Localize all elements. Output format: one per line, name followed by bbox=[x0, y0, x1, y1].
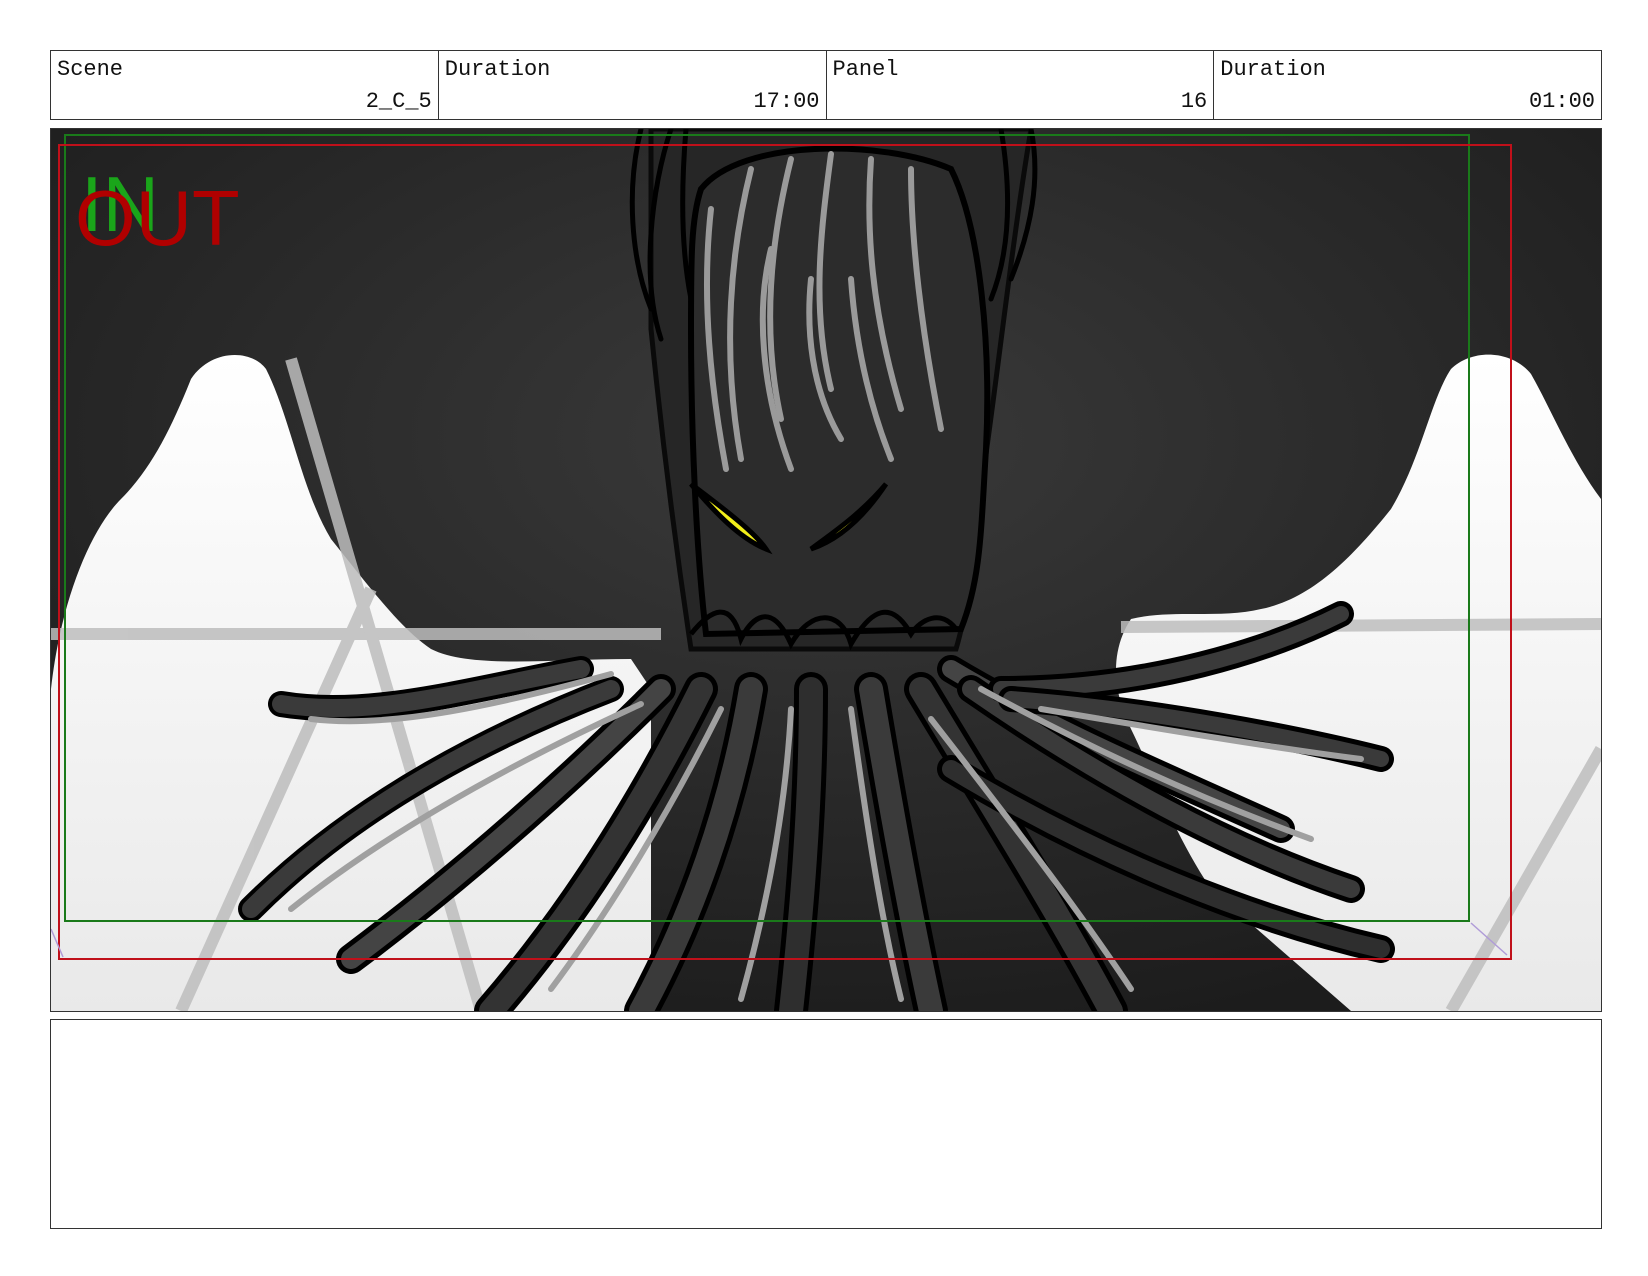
panel-duration-label: Duration bbox=[1220, 57, 1326, 82]
panel-cell: Panel 16 bbox=[827, 51, 1215, 119]
panel-label: Panel bbox=[832, 57, 899, 82]
scene-label: Scene bbox=[57, 57, 124, 82]
panel-duration-cell: Duration 01:00 bbox=[1214, 51, 1601, 119]
scene-duration-cell: Duration 17:00 bbox=[439, 51, 827, 119]
creature-head bbox=[687, 145, 991, 638]
panel-notes-box[interactable] bbox=[50, 1019, 1602, 1229]
panel-value: 16 bbox=[1180, 89, 1208, 114]
scene-duration-label: Duration bbox=[444, 57, 551, 82]
out-frame-label: OUT bbox=[75, 174, 240, 262]
storyboard-header: Scene 2_C_5 Duration 17:00 Panel 16 Dura… bbox=[50, 50, 1602, 120]
scene-value: 2_C_5 bbox=[365, 89, 432, 114]
scene-cell: Scene 2_C_5 bbox=[51, 51, 439, 119]
panel-frame: IN OUT bbox=[50, 128, 1602, 1012]
panel-duration-value: 01:00 bbox=[1528, 89, 1595, 114]
scene-duration-value: 17:00 bbox=[753, 89, 820, 114]
panel-artwork bbox=[51, 129, 1601, 1011]
